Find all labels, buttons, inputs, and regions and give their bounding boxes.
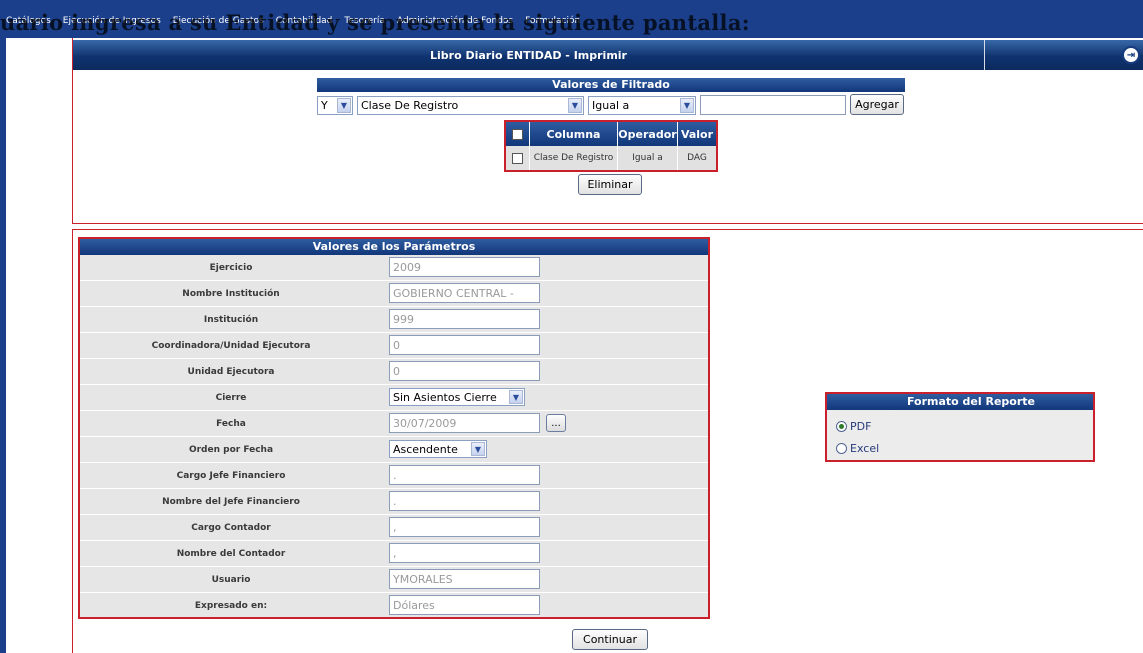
param-row-fecha: Fecha 30/07/2009 ... <box>80 411 708 437</box>
usuario-field[interactable]: YMORALES <box>389 569 540 589</box>
institucion-field[interactable]: 999 <box>389 309 540 329</box>
select-all-cell <box>506 122 530 146</box>
format-option-pdf[interactable]: PDF <box>836 418 871 434</box>
col-header-columna: Columna <box>530 122 618 146</box>
param-label: Institución <box>203 314 259 325</box>
radio-excel[interactable] <box>836 442 847 454</box>
filter-value-input[interactable] <box>700 95 846 115</box>
coordinadora-field[interactable]: 0 <box>389 335 540 355</box>
filter-header: Valores de Filtrado <box>317 78 905 92</box>
param-row-cierre: Cierre Sin Asientos Cierre ▼ <box>80 385 708 411</box>
param-label: Orden por Fecha <box>188 444 274 455</box>
orden-fecha-value: Ascendente <box>393 442 458 456</box>
menu-item-administracion-fondos[interactable]: Administración de Fondos <box>391 16 519 26</box>
param-row-nombre-institucion: Nombre Institución GOBIERNO CENTRAL - <box>80 281 708 307</box>
filter-panel: Libro Diario ENTIDAD - Imprimir ⇥ Valore… <box>72 38 1143 224</box>
param-row-nombre-jefe: Nombre del Jefe Financiero . <box>80 489 708 515</box>
orden-fecha-select[interactable]: Ascendente ▼ <box>389 440 487 458</box>
column-select[interactable]: Clase De Registro ▼ <box>357 96 584 115</box>
chevron-down-icon: ▼ <box>509 390 523 404</box>
param-row-institucion: Institución 999 <box>80 307 708 333</box>
row-columna: Clase De Registro <box>530 146 618 170</box>
param-row-unidad-ejecutora: Unidad Ejecutora 0 <box>80 359 708 385</box>
left-frame <box>0 0 6 653</box>
title-side: ⇥ <box>985 40 1143 70</box>
chevron-down-icon: ▼ <box>471 442 485 456</box>
param-label: Cargo Contador <box>191 522 271 533</box>
param-row-expresado: Expresado en: Dólares <box>80 593 708 619</box>
chevron-down-icon: ▼ <box>337 98 351 113</box>
param-row-orden-fecha: Orden por Fecha Ascendente ▼ <box>80 437 708 463</box>
param-label: Fecha <box>216 418 246 429</box>
menu-item-catalogos[interactable]: Catálogos <box>0 16 57 26</box>
chevron-down-icon: ▼ <box>680 98 694 113</box>
continue-button[interactable]: Continuar <box>572 629 648 650</box>
page-title: Libro Diario ENTIDAD - Imprimir <box>73 40 985 70</box>
cargo-jefe-field[interactable]: . <box>389 465 540 485</box>
select-all-checkbox[interactable] <box>512 128 523 140</box>
menu-item-formulacion[interactable]: Formulación <box>519 16 586 26</box>
menu-item-tesoreria[interactable]: Tesorería <box>338 16 390 26</box>
table-row: Clase De Registro Igual a DAG <box>506 146 716 170</box>
title-bar: Libro Diario ENTIDAD - Imprimir ⇥ <box>73 40 1143 70</box>
report-format-header: Formato del Reporte <box>827 394 1093 410</box>
exit-icon[interactable]: ⇥ <box>1122 46 1140 64</box>
filter-table-header: Columna Operador Valor <box>506 122 716 146</box>
param-label: Usuario <box>211 574 251 585</box>
row-valor: DAG <box>687 153 707 163</box>
excel-label: Excel <box>850 441 880 455</box>
param-label: Cargo Jefe Financiero <box>176 470 286 481</box>
row-operador: Igual a <box>618 146 678 170</box>
param-label: Nombre del Jefe Financiero <box>162 496 300 507</box>
param-row-coordinadora: Coordinadora/Unidad Ejecutora 0 <box>80 333 708 359</box>
param-row-cargo-contador: Cargo Contador , <box>80 515 708 541</box>
menu-item-ejecucion-gastos[interactable]: Ejecución de Gastos <box>167 16 270 26</box>
filter-table: Columna Operador Valor Clase De Registro… <box>504 120 718 172</box>
date-picker-button[interactable]: ... <box>546 414 566 432</box>
param-label: Expresado en: <box>194 600 268 611</box>
fecha-field[interactable]: 30/07/2009 <box>389 413 540 433</box>
ejercicio-field[interactable]: 2009 <box>389 257 540 277</box>
param-label: Nombre Institución <box>182 288 280 299</box>
param-label: Cierre <box>215 392 247 403</box>
nombre-contador-field[interactable]: , <box>389 543 540 563</box>
param-label: Ejercicio <box>209 262 253 273</box>
pdf-label: PDF <box>850 419 872 433</box>
report-format-box: Formato del Reporte PDF Excel <box>825 392 1095 462</box>
row-checkbox-cell <box>506 146 530 170</box>
param-row-ejercicio: Ejercicio 2009 <box>80 255 708 281</box>
expresado-field[interactable]: Dólares <box>389 595 540 615</box>
param-row-usuario: Usuario YMORALES <box>80 567 708 593</box>
format-option-excel[interactable]: Excel <box>836 440 879 456</box>
nombre-jefe-field[interactable]: . <box>389 491 540 511</box>
menu-item-ejecucion-ingresos[interactable]: Ejecución de Ingresos <box>57 16 167 26</box>
delete-filter-button[interactable]: Eliminar <box>578 174 642 195</box>
params-box: Valores de los Parámetros Ejercicio 2009… <box>78 237 710 619</box>
unidad-ejecutora-field[interactable]: 0 <box>389 361 540 381</box>
menu-item-contabilidad[interactable]: Contabilidad <box>270 16 339 26</box>
param-label: Unidad Ejecutora <box>187 366 275 377</box>
operator-select[interactable]: Igual a ▼ <box>588 96 696 115</box>
operator-value: Igual a <box>592 99 630 112</box>
nombre-institucion-field[interactable]: GOBIERNO CENTRAL - <box>389 283 540 303</box>
col-header-valor: Valor <box>680 127 714 141</box>
add-filter-button[interactable]: Agregar <box>850 94 904 115</box>
chevron-down-icon: ▼ <box>568 98 582 113</box>
param-label: Nombre del Contador <box>176 548 286 559</box>
cierre-value: Sin Asientos Cierre <box>393 390 497 404</box>
radio-pdf[interactable] <box>836 420 847 432</box>
param-label: Coordinadora/Unidad Ejecutora <box>151 340 311 351</box>
main-menu: Catálogos Ejecución de Ingresos Ejecució… <box>0 12 586 30</box>
column-value: Clase De Registro <box>361 99 459 112</box>
cargo-contador-field[interactable]: , <box>389 517 540 537</box>
col-header-operador: Operador <box>618 122 678 146</box>
param-row-nombre-contador: Nombre del Contador , <box>80 541 708 567</box>
param-row-cargo-jefe: Cargo Jefe Financiero . <box>80 463 708 489</box>
params-header: Valores de los Parámetros <box>80 239 708 255</box>
cierre-select[interactable]: Sin Asientos Cierre ▼ <box>389 388 525 406</box>
connector-value: Y <box>321 99 328 112</box>
row-checkbox[interactable] <box>512 152 523 164</box>
connector-select[interactable]: Y ▼ <box>317 96 353 115</box>
